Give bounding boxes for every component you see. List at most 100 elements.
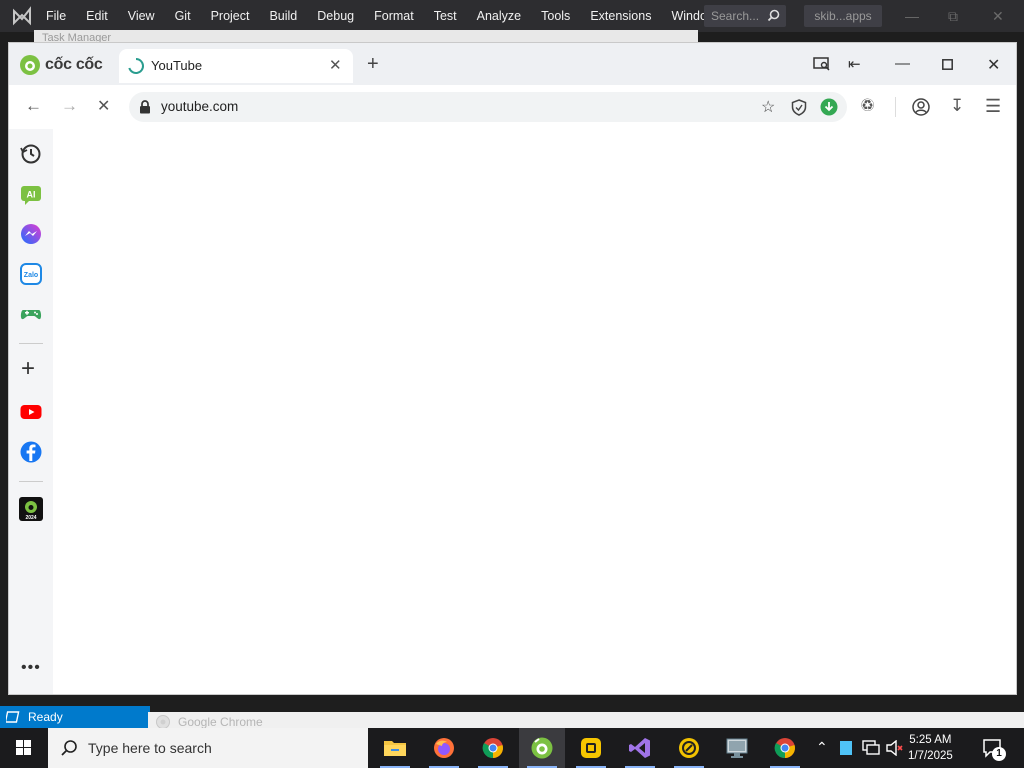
notification-badge: 1 <box>992 747 1006 761</box>
address-bar[interactable]: youtube.com ☆ <box>129 92 847 122</box>
zalo-icon[interactable]: Zalo <box>19 262 43 286</box>
menu-build[interactable]: Build <box>259 9 307 23</box>
chrome-window-title: Google Chrome <box>178 715 263 729</box>
close-window-icon[interactable]: ✕ <box>987 55 1000 75</box>
youtube-icon[interactable] <box>19 400 43 424</box>
page-content[interactable] <box>53 129 1016 694</box>
taskbar: Type here to search ⌃ 5:25 AM 1/7/2025 1 <box>0 728 1024 768</box>
vs-status-bar: Ready <box>0 706 150 728</box>
svg-text:AI: AI <box>27 190 36 200</box>
taskbar-app-ring[interactable] <box>666 728 712 768</box>
menu-icon[interactable]: ☰ <box>985 96 1001 117</box>
status-text: Ready <box>28 710 63 724</box>
clock-time: 5:25 AM <box>909 734 952 746</box>
menu-format[interactable]: Format <box>364 9 424 23</box>
volume-muted-icon[interactable] <box>886 740 904 756</box>
tab-youtube[interactable]: YouTube ✕ <box>119 49 353 83</box>
visual-studio-icon <box>629 738 650 758</box>
tab-strip: cốc cốc YouTube ✕ + ⇤ — ✕ <box>9 43 1016 85</box>
bookmark-star-icon[interactable]: ☆ <box>761 97 775 117</box>
messenger-icon[interactable] <box>19 222 43 246</box>
menu-file[interactable]: File <box>36 9 76 23</box>
vs-close-icon[interactable]: ✕ <box>992 8 1004 25</box>
url-text: youtube.com <box>161 99 239 114</box>
vs-restore-icon[interactable]: ⧉ <box>948 8 958 25</box>
toolbar: ← → ✕ youtube.com ☆ ♽ ↧ ☰ <box>9 85 1016 129</box>
coccoc-logo-icon <box>20 55 40 75</box>
screen-search-icon[interactable] <box>813 56 831 72</box>
chrome-icon <box>774 738 795 759</box>
taskbar-visual-studio[interactable] <box>617 728 663 768</box>
toolbar-divider <box>895 97 896 117</box>
tab-switcher-icon[interactable]: ⇤ <box>848 55 861 73</box>
profile-icon[interactable] <box>912 98 930 116</box>
coccoc-logo[interactable]: cốc cốc <box>19 53 103 77</box>
vs-search-box[interactable]: Search... <box>704 5 786 27</box>
lock-icon[interactable] <box>139 100 151 114</box>
more-icon[interactable]: ••• <box>21 659 41 677</box>
vs-minimize-icon[interactable]: — <box>905 8 919 24</box>
menu-git[interactable]: Git <box>165 9 201 23</box>
sidebar: AI Zalo + 2024 ••• <box>9 129 53 694</box>
visual-studio-logo-icon[interactable] <box>8 5 36 27</box>
menu-edit[interactable]: Edit <box>76 9 118 23</box>
chevron-up-icon[interactable]: ⌃ <box>816 739 828 756</box>
history-icon[interactable] <box>19 142 43 166</box>
ai-chat-icon[interactable]: AI <box>19 183 43 207</box>
tray-app-icon[interactable] <box>840 741 852 755</box>
menu-test[interactable]: Test <box>424 9 467 23</box>
coccoc-2024-icon[interactable]: 2024 <box>19 497 43 521</box>
minimize-icon[interactable]: — <box>895 55 910 72</box>
search-icon <box>61 740 77 756</box>
facebook-icon[interactable] <box>19 440 43 464</box>
forward-icon[interactable]: → <box>61 96 78 116</box>
status-icon <box>6 711 20 723</box>
new-tab-icon[interactable]: + <box>367 53 379 76</box>
taskbar-app-yellow[interactable] <box>568 728 614 768</box>
taskbar-coccoc[interactable] <box>519 728 565 768</box>
loading-spinner-icon <box>128 58 144 74</box>
taskbar-firefox[interactable] <box>421 728 467 768</box>
taskbar-chrome[interactable] <box>470 728 516 768</box>
app-ring-icon <box>679 738 699 758</box>
vs-menu: File Edit View Git Project Build Debug F… <box>36 0 726 32</box>
taskbar-search-placeholder: Type here to search <box>88 740 212 756</box>
menu-debug[interactable]: Debug <box>307 9 364 23</box>
menu-tools[interactable]: Tools <box>531 9 580 23</box>
menu-project[interactable]: Project <box>201 9 260 23</box>
close-tab-icon[interactable]: ✕ <box>329 56 342 74</box>
brand-name: cốc cốc <box>45 56 103 73</box>
svg-text:2024: 2024 <box>25 515 36 521</box>
download-media-icon[interactable] <box>820 98 838 116</box>
network-icon[interactable] <box>862 740 880 756</box>
app-yellow-icon <box>581 738 601 758</box>
taskbar-remote-desktop[interactable] <box>714 728 760 768</box>
menu-view[interactable]: View <box>118 9 165 23</box>
adblock-shield-icon[interactable] <box>791 99 807 116</box>
tab-title: YouTube <box>151 58 203 73</box>
svg-text:Zalo: Zalo <box>24 272 38 279</box>
folder-icon <box>384 741 406 756</box>
taskbar-clock[interactable]: 5:25 AM 1/7/2025 <box>908 732 953 764</box>
vs-menubar: File Edit View Git Project Build Debug F… <box>0 0 1024 32</box>
game-icon[interactable] <box>19 302 43 326</box>
firefox-icon <box>434 738 454 758</box>
windows-start-icon[interactable] <box>0 728 48 768</box>
vs-solution-name[interactable]: skib...apps <box>804 5 882 27</box>
add-icon[interactable]: + <box>21 357 35 381</box>
maximize-icon[interactable] <box>942 59 953 70</box>
chrome-icon <box>156 715 170 729</box>
taskbar-search[interactable]: Type here to search <box>48 728 368 768</box>
coccoc-browser-window: cốc cốc YouTube ✕ + ⇤ — ✕ ← → ✕ youtube.… <box>8 42 1017 695</box>
vs-search-placeholder: Search... <box>711 9 760 23</box>
stop-loading-icon[interactable]: ✕ <box>97 96 110 116</box>
extensions-icon[interactable]: ♽ <box>860 96 875 116</box>
menu-extensions[interactable]: Extensions <box>580 9 661 23</box>
sidebar-divider <box>19 481 43 482</box>
search-icon <box>767 9 780 22</box>
menu-analyze[interactable]: Analyze <box>467 9 531 23</box>
back-icon[interactable]: ← <box>25 96 42 116</box>
taskbar-chrome-2[interactable] <box>762 728 808 768</box>
taskbar-file-explorer[interactable] <box>372 728 418 768</box>
downloads-icon[interactable]: ↧ <box>950 96 964 116</box>
